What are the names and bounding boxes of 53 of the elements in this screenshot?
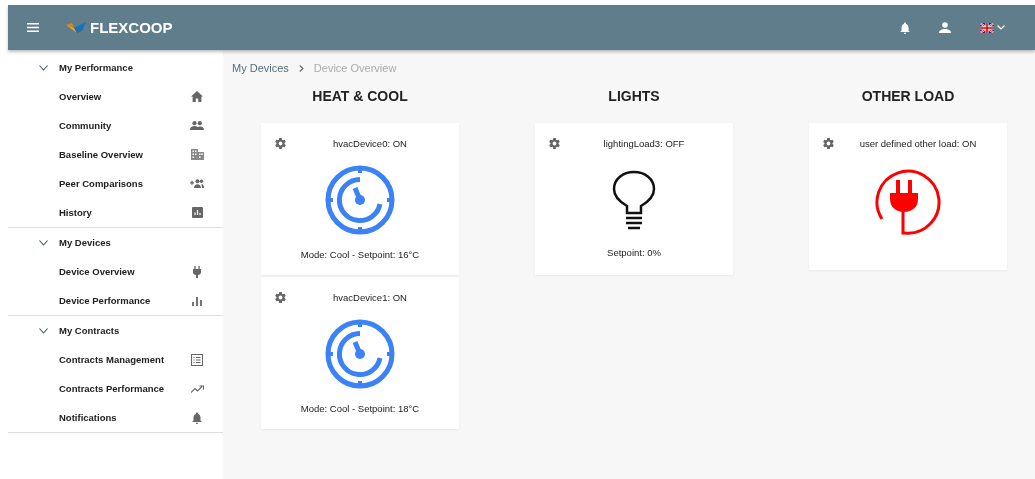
thermostat-dial-icon (324, 164, 396, 236)
device-status: lightingLoad3: OFF (602, 138, 686, 149)
category-heading: OTHER LOAD (861, 87, 955, 105)
device-status: user defined other load: ON (858, 138, 978, 149)
group-header[interactable]: My Contracts (8, 316, 223, 345)
people-icon (190, 121, 204, 130)
trending-up-icon (190, 384, 204, 393)
device-setpoint: Setpoint: 0% (607, 247, 661, 258)
logo-icon (66, 22, 86, 33)
chevron-icon (39, 327, 48, 334)
sidebar-item[interactable]: Device Performance (8, 286, 223, 315)
device-setpoint: Mode: Cool - Setpoint: 18°C (300, 403, 420, 414)
list-icon (191, 353, 203, 366)
device-status: hvacDevice1: ON (332, 292, 408, 303)
sidebar-item[interactable]: Contracts Performance (8, 374, 223, 403)
chevron-right-icon (298, 64, 304, 72)
chevron-icon (39, 64, 48, 71)
menu-icon[interactable] (27, 23, 39, 32)
bell-icon (192, 411, 202, 424)
group-header[interactable]: My Performance (8, 53, 223, 82)
category-heading: LIGHTS (608, 87, 660, 105)
building-icon (190, 149, 204, 160)
caret-icon[interactable] (997, 25, 1005, 30)
sidebar-item[interactable]: Community (8, 111, 223, 140)
plug-icon (193, 265, 201, 278)
sidebar-item[interactable]: Notifications (8, 403, 223, 432)
sidebar-item[interactable]: Peer Comparisons (8, 169, 223, 198)
sidebar-item[interactable]: Overview (8, 82, 223, 111)
chevron-icon (39, 239, 48, 246)
sidebar-item[interactable]: History (8, 198, 223, 227)
user-icon[interactable] (939, 22, 951, 33)
thermostat-dial-icon (324, 318, 396, 390)
add-people-icon (190, 179, 204, 188)
sidebar-item[interactable]: Device Overview (8, 257, 223, 286)
brand-name: FLEXCOOP (90, 19, 173, 36)
sidebar-item[interactable]: Contracts Management (8, 345, 223, 374)
settings-icon[interactable] (274, 291, 287, 304)
flag-icon[interactable] (980, 22, 994, 33)
power-plug-icon (874, 169, 942, 235)
device-setpoint: Mode: Cool - Setpoint: 16°C (300, 249, 420, 260)
bell-icon[interactable] (900, 21, 910, 34)
group-header[interactable]: My Devices (8, 228, 223, 257)
settings-icon[interactable] (274, 137, 287, 150)
bar-chart-icon (191, 207, 203, 218)
category-heading: HEAT & COOL (312, 87, 408, 105)
sidebar-item[interactable]: Baseline Overview (8, 140, 223, 169)
settings-icon[interactable] (822, 137, 835, 150)
breadcrumb-link[interactable]: My Devices (232, 62, 289, 74)
home-icon (191, 91, 203, 102)
bar-chart-icon (192, 295, 202, 306)
settings-icon[interactable] (548, 137, 561, 150)
light-bulb-icon (612, 170, 656, 230)
device-status: hvacDevice0: ON (332, 138, 408, 149)
